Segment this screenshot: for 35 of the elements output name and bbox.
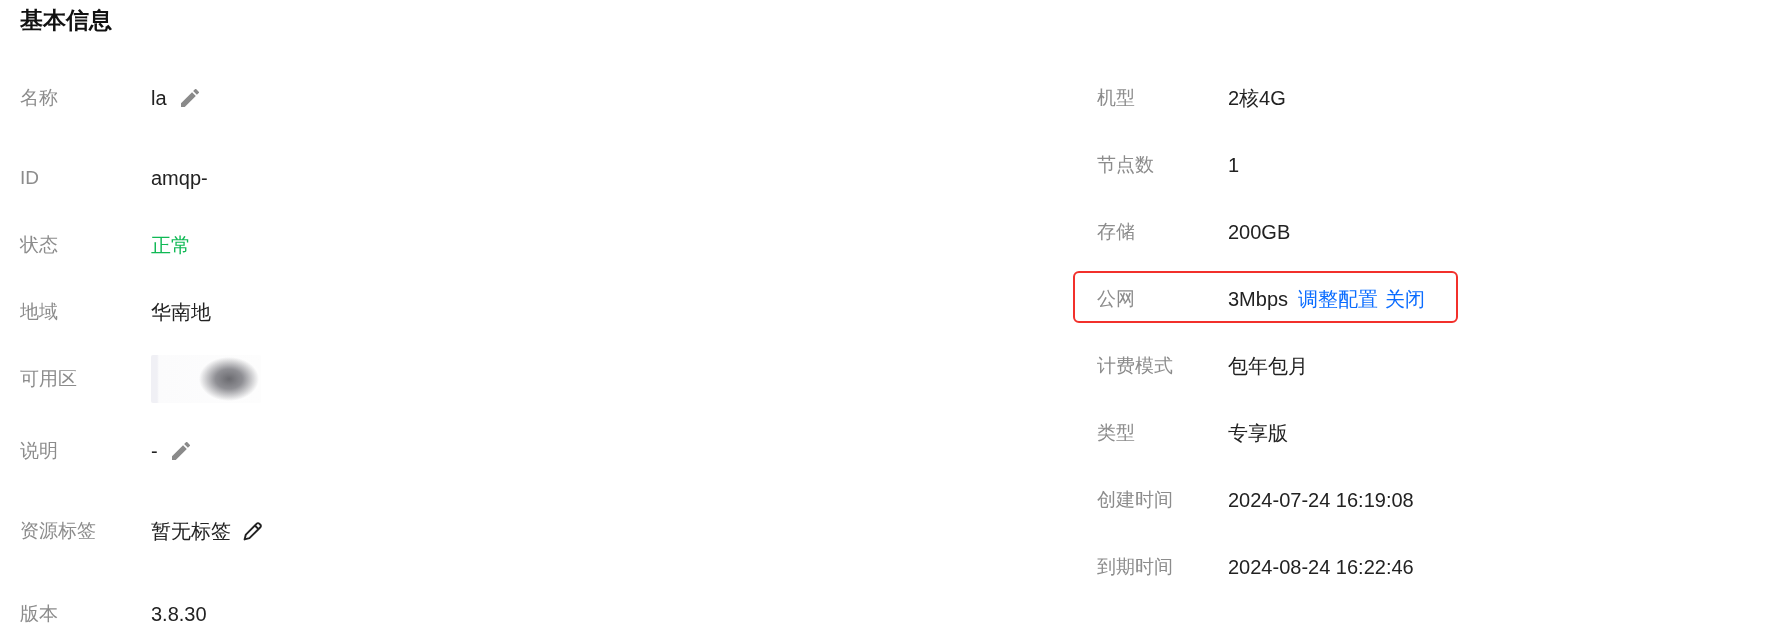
- action-link[interactable]: 调整配置: [1298, 285, 1379, 313]
- field-value: 2核4G: [1228, 86, 1286, 111]
- field-value: 包年包月: [1228, 354, 1308, 379]
- field-label: 存储: [1097, 220, 1135, 244]
- field-label: ID: [20, 166, 39, 190]
- field-label: 节点数: [1097, 153, 1154, 177]
- field-label: 名称: [20, 86, 58, 110]
- action-link[interactable]: 关闭: [1385, 285, 1426, 313]
- field-value: amqp-: [151, 166, 208, 191]
- field-value: la: [151, 86, 167, 111]
- field-label: 创建时间: [1097, 488, 1173, 512]
- section-title: 基本信息: [20, 6, 112, 34]
- field-value: 3.8.30: [151, 602, 207, 627]
- status-text: 正常: [151, 233, 191, 258]
- field-label: 资源标签: [20, 519, 96, 543]
- edit-icon[interactable]: [243, 521, 263, 541]
- field-label: 公网: [1097, 287, 1135, 311]
- field-label: 版本: [20, 602, 58, 626]
- tags-value: 暂无标签: [151, 519, 231, 544]
- field-value: 3Mbps: [1228, 287, 1289, 312]
- field-value: 华南地: [151, 300, 211, 325]
- field-label: 计费模式: [1097, 354, 1173, 378]
- field-label: 类型: [1097, 421, 1135, 445]
- field-label: 状态: [20, 233, 58, 257]
- field-value: -: [151, 439, 158, 464]
- field-label: 可用区: [20, 367, 77, 391]
- field-value: 200GB: [1228, 220, 1291, 245]
- field-label: 到期时间: [1097, 555, 1173, 579]
- field-value: 2024-08-24 16:22:46: [1228, 555, 1414, 580]
- field-value: 专享版: [1228, 421, 1288, 446]
- field-value: 1: [1228, 153, 1240, 178]
- field-label: 机型: [1097, 86, 1135, 110]
- field-label: 地域: [20, 300, 58, 324]
- field-value: 2024-07-24 16:19:08: [1228, 488, 1414, 513]
- field-label: 说明: [20, 439, 58, 463]
